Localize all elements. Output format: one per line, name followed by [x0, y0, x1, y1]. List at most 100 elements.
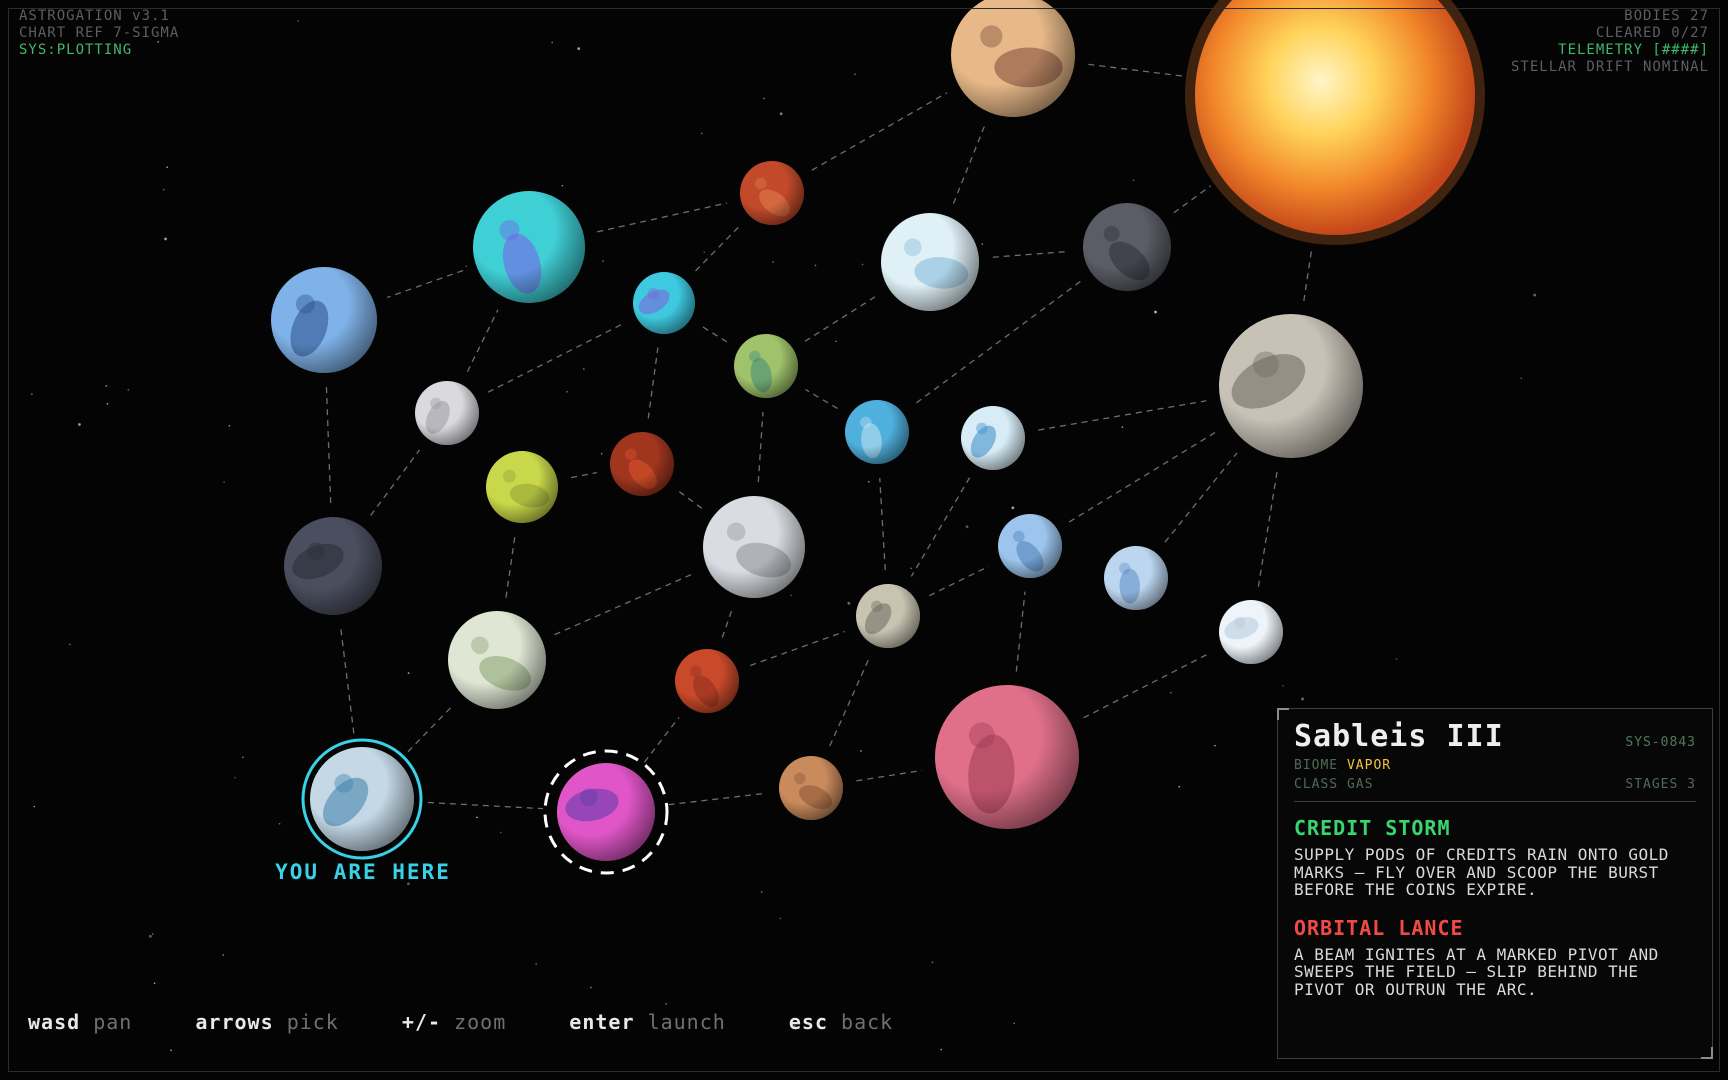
planet-shading [845, 400, 909, 464]
control-key: enter [569, 1010, 635, 1034]
star-dot [31, 393, 33, 395]
star-dot [1169, 691, 1172, 694]
hud-status: SYS:PLOTTING [19, 42, 133, 58]
star-dot [814, 264, 817, 267]
hud-stellar-drift: STELLAR DRIFT NOMINAL [1510, 59, 1709, 75]
star-dot [590, 986, 592, 989]
controls-hint-bar: wasd pan arrows pick +/- zoom enter laun… [28, 1010, 943, 1034]
star-dot [170, 1049, 172, 1051]
class-value: GAS [1346, 777, 1374, 792]
planet-node[interactable] [1083, 203, 1171, 291]
route-line [407, 704, 454, 753]
star-dot [149, 934, 152, 938]
planet-node[interactable] [448, 611, 546, 709]
planet-shading [935, 685, 1079, 829]
planet-shading [486, 451, 558, 523]
biome-value: VAPOR [1346, 758, 1392, 773]
planet-node[interactable] [998, 514, 1062, 578]
star-dot [223, 481, 225, 483]
planet-node[interactable] [951, 0, 1075, 117]
stages-value: 3 [1687, 777, 1696, 792]
control-action: launch [647, 1010, 726, 1034]
star-dot [278, 822, 281, 825]
hud-chart-ref: CHART REF 7-SIGMA [19, 25, 180, 41]
sun-node[interactable] [1185, 0, 1485, 245]
planet-node[interactable] [486, 451, 558, 523]
route-line [1303, 247, 1313, 302]
planet-node[interactable] [881, 213, 979, 311]
star-dot [577, 47, 581, 51]
route-line [597, 202, 728, 233]
route-line [910, 477, 971, 577]
planet-node[interactable] [633, 272, 695, 334]
planet-node[interactable] [310, 747, 414, 851]
control-key: wasd [28, 1010, 81, 1034]
planet-shading [703, 496, 805, 598]
planet-class-row: CLASS GAS STAGES 3 [1294, 777, 1696, 792]
control-launch: enter launch [569, 1010, 726, 1034]
star-dot [33, 805, 36, 808]
route-line [386, 269, 464, 299]
route-line [952, 125, 986, 204]
control-back: esc back [789, 1010, 893, 1034]
planet-shading [881, 213, 979, 311]
planet-shading [998, 514, 1062, 578]
star-dot [105, 385, 107, 387]
route-line [804, 295, 878, 342]
star-dot [910, 567, 912, 570]
star-dot [1282, 685, 1284, 687]
star-dot [222, 954, 225, 956]
star-dot [164, 237, 167, 241]
route-line [695, 225, 741, 272]
route-line [1038, 400, 1207, 431]
planet-node[interactable] [703, 496, 805, 598]
planet-shading [610, 432, 674, 496]
star-dot [854, 73, 856, 75]
planet-node[interactable] [1219, 314, 1363, 458]
route-line [370, 449, 421, 516]
event-title-orbital-lance: ORBITAL LANCE [1294, 915, 1464, 940]
planet-node[interactable] [284, 517, 382, 615]
planet-node[interactable] [779, 756, 843, 820]
class-label: CLASS [1294, 777, 1339, 792]
planet-node[interactable] [856, 584, 920, 648]
star-dot [760, 891, 763, 893]
planet-node[interactable] [271, 267, 377, 373]
route-line [701, 326, 728, 343]
star-dot [153, 982, 156, 985]
planet-shading [740, 161, 804, 225]
star-dot [583, 368, 585, 370]
star-dot [981, 243, 984, 245]
star-dot [535, 963, 537, 965]
planet-node[interactable] [734, 334, 798, 398]
planet-node[interactable] [557, 763, 655, 861]
planet-shading [1219, 600, 1283, 664]
planet-shading [557, 763, 655, 861]
route-line [487, 322, 625, 393]
control-action: pan [93, 1010, 133, 1034]
star-dot [297, 20, 299, 22]
star-dot [860, 750, 862, 752]
planet-node[interactable] [845, 400, 909, 464]
route-line [554, 572, 695, 636]
control-key: esc [788, 1010, 828, 1034]
star-dot [940, 1048, 942, 1051]
planet-node[interactable] [415, 381, 479, 445]
route-line [643, 717, 680, 763]
planet-node[interactable] [935, 685, 1079, 829]
event-desc-orbital-lance: A BEAM IGNITES AT A MARKED PIVOT AND SWE… [1294, 944, 1659, 999]
route-line [1083, 652, 1211, 719]
planet-node[interactable] [1219, 600, 1283, 664]
planet-system-id: SYS-0843 [1625, 735, 1696, 750]
star-dot [465, 265, 468, 267]
planet-shading [675, 649, 739, 713]
planet-node[interactable] [1104, 546, 1168, 610]
planet-node[interactable] [961, 406, 1025, 470]
control-zoom: +/- zoom [402, 1010, 506, 1034]
planet-node[interactable] [675, 649, 739, 713]
star-dot [151, 933, 154, 935]
star-dot [867, 480, 870, 483]
planet-node[interactable] [740, 161, 804, 225]
planet-node[interactable] [610, 432, 674, 496]
planet-node[interactable] [473, 191, 585, 303]
